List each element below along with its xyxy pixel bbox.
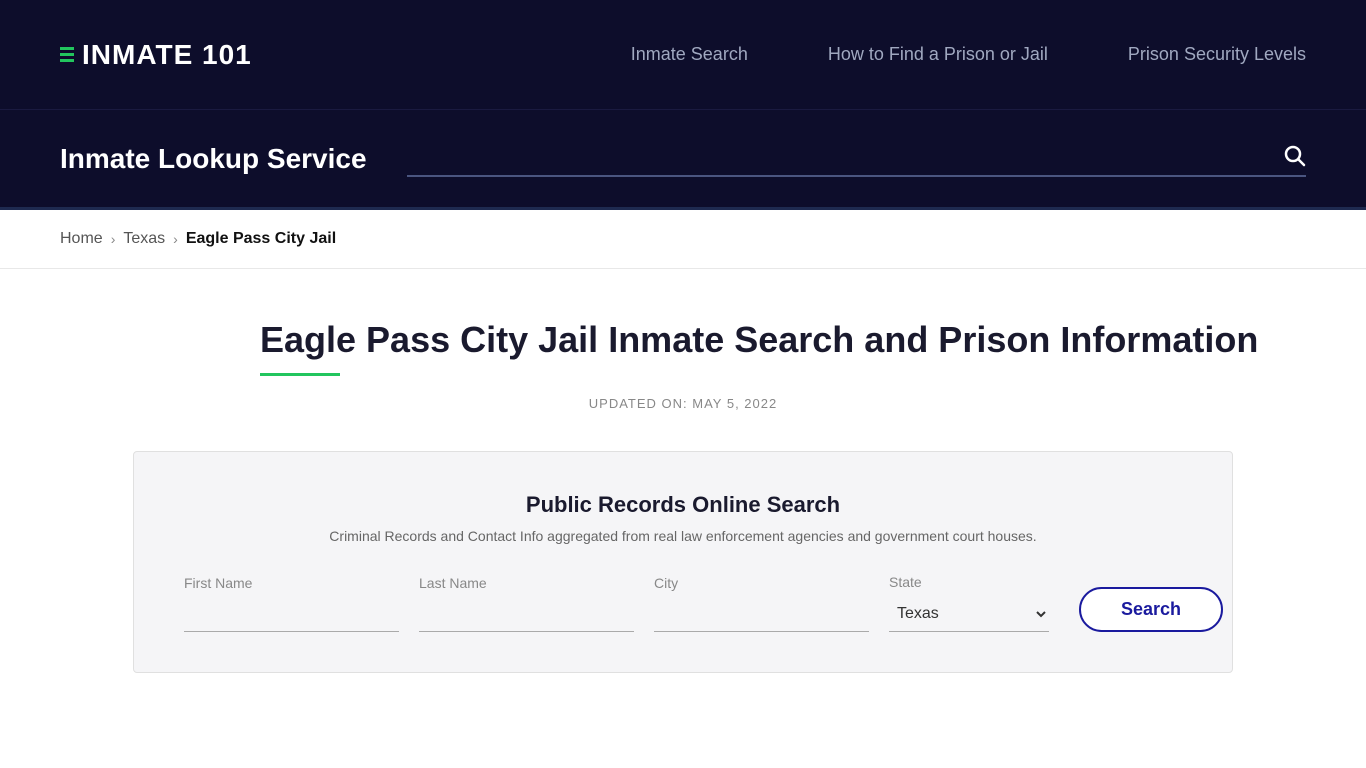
city-input[interactable] (654, 597, 869, 632)
breadcrumb: Home › Texas › Eagle Pass City Jail (60, 230, 1306, 248)
search-button[interactable]: Search (1079, 587, 1223, 632)
breadcrumb-state[interactable]: Texas (123, 230, 165, 248)
breadcrumb-chevron-2: › (173, 231, 178, 247)
logo-link[interactable]: INMATE 101 (60, 39, 252, 71)
updated-text: UPDATED ON: MAY 5, 2022 (60, 396, 1306, 411)
last-name-input[interactable] (419, 597, 634, 632)
title-underline (260, 373, 340, 376)
top-navigation: INMATE 101 Inmate Search How to Find a P… (0, 0, 1366, 110)
search-input[interactable] (407, 140, 1282, 169)
first-name-label: First Name (184, 575, 399, 591)
public-records-title: Public Records Online Search (184, 492, 1182, 518)
page-title: Eagle Pass City Jail Inmate Search and P… (60, 319, 1306, 361)
logo-icon (60, 47, 74, 62)
nav-links: Inmate Search How to Find a Prison or Ja… (631, 44, 1306, 65)
how-to-find-nav-link[interactable]: How to Find a Prison or Jail (828, 44, 1048, 64)
search-bar-wrapper (407, 140, 1306, 177)
main-content: Eagle Pass City Jail Inmate Search and P… (0, 269, 1366, 713)
search-icon (1282, 143, 1306, 167)
breadcrumb-chevron-1: › (111, 231, 116, 247)
public-records-form: First Name Last Name City State Texas Al… (184, 574, 1182, 632)
last-name-group: Last Name (419, 575, 634, 632)
breadcrumb-current: Eagle Pass City Jail (186, 230, 336, 248)
city-label: City (654, 575, 869, 591)
state-label: State (889, 574, 1049, 590)
first-name-input[interactable] (184, 597, 399, 632)
search-icon-button[interactable] (1282, 143, 1306, 167)
last-name-label: Last Name (419, 575, 634, 591)
breadcrumb-home[interactable]: Home (60, 230, 103, 248)
public-records-box: Public Records Online Search Criminal Re… (133, 451, 1233, 673)
prison-security-nav-link[interactable]: Prison Security Levels (1128, 44, 1306, 64)
public-records-subtitle: Criminal Records and Contact Info aggreg… (184, 528, 1182, 544)
first-name-group: First Name (184, 575, 399, 632)
logo-text: INMATE 101 (82, 39, 252, 71)
search-section: Inmate Lookup Service (0, 110, 1366, 210)
city-group: City (654, 575, 869, 632)
search-section-title: Inmate Lookup Service (60, 143, 367, 175)
breadcrumb-section: Home › Texas › Eagle Pass City Jail (0, 210, 1366, 269)
inmate-search-nav-link[interactable]: Inmate Search (631, 44, 748, 64)
state-select[interactable]: Texas Alabama Alaska Arizona Arkansas Ca… (889, 596, 1049, 632)
state-group: State Texas Alabama Alaska Arizona Arkan… (889, 574, 1049, 632)
